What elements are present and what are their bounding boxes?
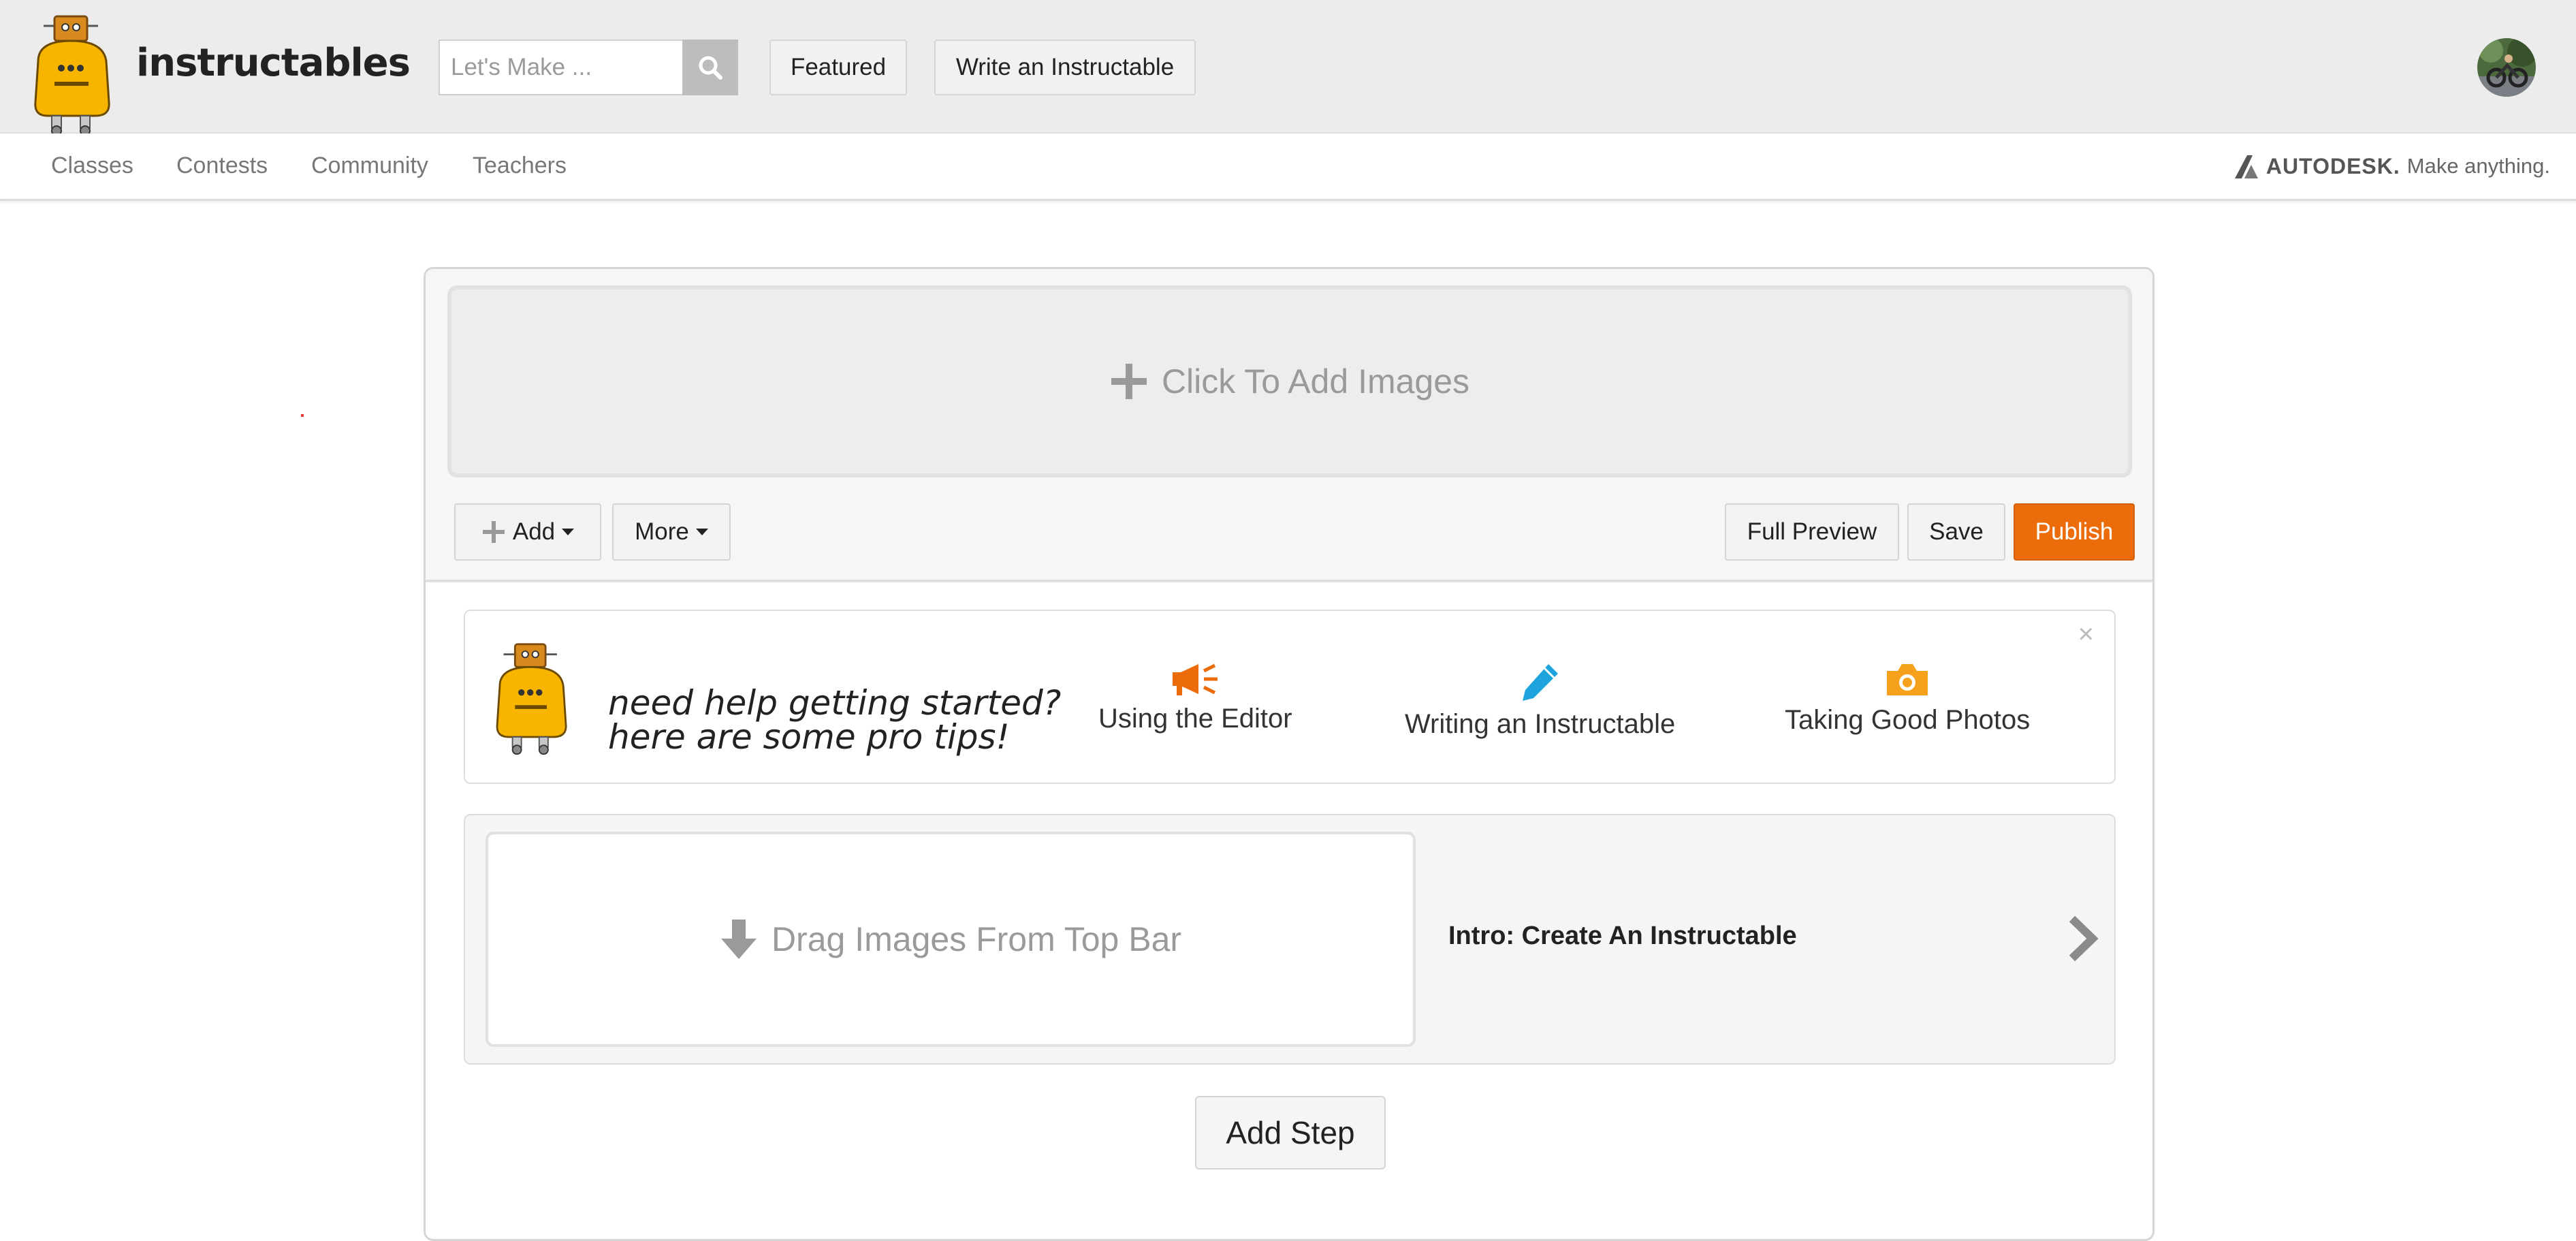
robot-logo-icon[interactable] (27, 14, 129, 136)
chevron-right-icon[interactable] (2065, 915, 2099, 962)
step-drop-label: Drag Images From Top Bar (771, 920, 1182, 958)
add-dropdown-button[interactable]: Add (454, 503, 601, 561)
arrow-down-icon (720, 920, 757, 959)
nav-community[interactable]: Community (311, 153, 428, 179)
add-images-label: Click To Add Images (1161, 362, 1470, 400)
step-title[interactable]: Intro: Create An Instructable (1448, 922, 1797, 951)
caret-down-icon (695, 529, 708, 535)
pro-tips-line-2: here are some pro tips! (608, 717, 1010, 757)
write-instructable-button[interactable]: Write an Instructable (934, 40, 1196, 95)
camera-icon (1887, 664, 1928, 695)
nav-classes[interactable]: Classes (51, 153, 133, 179)
pencil-icon (1522, 664, 1558, 701)
search-bar (439, 40, 738, 95)
instructable-editor: Click To Add Images Add More Full Previe… (424, 267, 2154, 1241)
plus-icon (1111, 364, 1147, 399)
add-label: Add (512, 518, 556, 545)
save-button[interactable]: Save (1907, 503, 2005, 561)
megaphone-icon (1173, 663, 1218, 695)
publish-button[interactable]: Publish (2014, 503, 2135, 561)
nav-teachers[interactable]: Teachers (473, 153, 567, 179)
caret-down-icon (562, 529, 575, 535)
top-header: instructables Featured Write an Instruct… (0, 0, 2576, 136)
add-step-button[interactable]: Add Step (1195, 1096, 1386, 1169)
featured-button[interactable]: Featured (769, 40, 907, 95)
sub-navigation: Classes Contests Community Teachers AUTO… (0, 133, 2576, 201)
autodesk-link[interactable]: AUTODESK. Make anything. (2232, 151, 2550, 181)
tip-taking-photos[interactable]: Taking Good Photos (1785, 661, 2030, 736)
brand-name[interactable]: instructables (136, 41, 411, 85)
close-icon[interactable]: × (2078, 619, 2094, 650)
user-avatar[interactable] (2477, 38, 2536, 97)
tip-writing-instructable[interactable]: Writing an Instructable (1405, 661, 1675, 740)
add-images-dropzone[interactable]: Click To Add Images (447, 285, 2132, 477)
search-input[interactable] (439, 40, 682, 95)
nav-contests[interactable]: Contests (176, 153, 268, 179)
pro-tips-heading: need help getting started? here are some… (608, 686, 1061, 754)
full-preview-button[interactable]: Full Preview (1725, 503, 1899, 561)
pro-tips-line-1: need help getting started? (608, 683, 1062, 723)
search-button[interactable] (682, 40, 738, 95)
autodesk-logo-icon (2234, 155, 2258, 178)
avatar-photo-icon (2477, 38, 2536, 97)
more-dropdown-button[interactable]: More (612, 503, 731, 561)
tip-using-editor-label: Using the Editor (1098, 704, 1292, 734)
autodesk-name: AUTODESK. (2265, 153, 2400, 178)
more-label: More (635, 518, 689, 545)
cursor-dot (301, 414, 304, 417)
tip-taking-photos-label: Taking Good Photos (1785, 705, 2031, 735)
intro-step-card[interactable]: Drag Images From Top Bar Intro: Create A… (464, 814, 2116, 1065)
tip-using-editor[interactable]: Using the Editor (1098, 661, 1292, 734)
step-image-dropzone[interactable]: Drag Images From Top Bar (486, 832, 1416, 1047)
pro-tips-banner: need help getting started? here are some… (464, 610, 2116, 784)
tip-writing-instructable-label: Writing an Instructable (1405, 709, 1676, 739)
plus-icon (482, 521, 505, 543)
autodesk-tagline: Make anything. (2406, 154, 2550, 178)
image-toolbar-zone: Click To Add Images Add More Full Previe… (426, 269, 2152, 582)
robot-mascot-icon (496, 643, 567, 755)
search-icon (699, 56, 722, 80)
